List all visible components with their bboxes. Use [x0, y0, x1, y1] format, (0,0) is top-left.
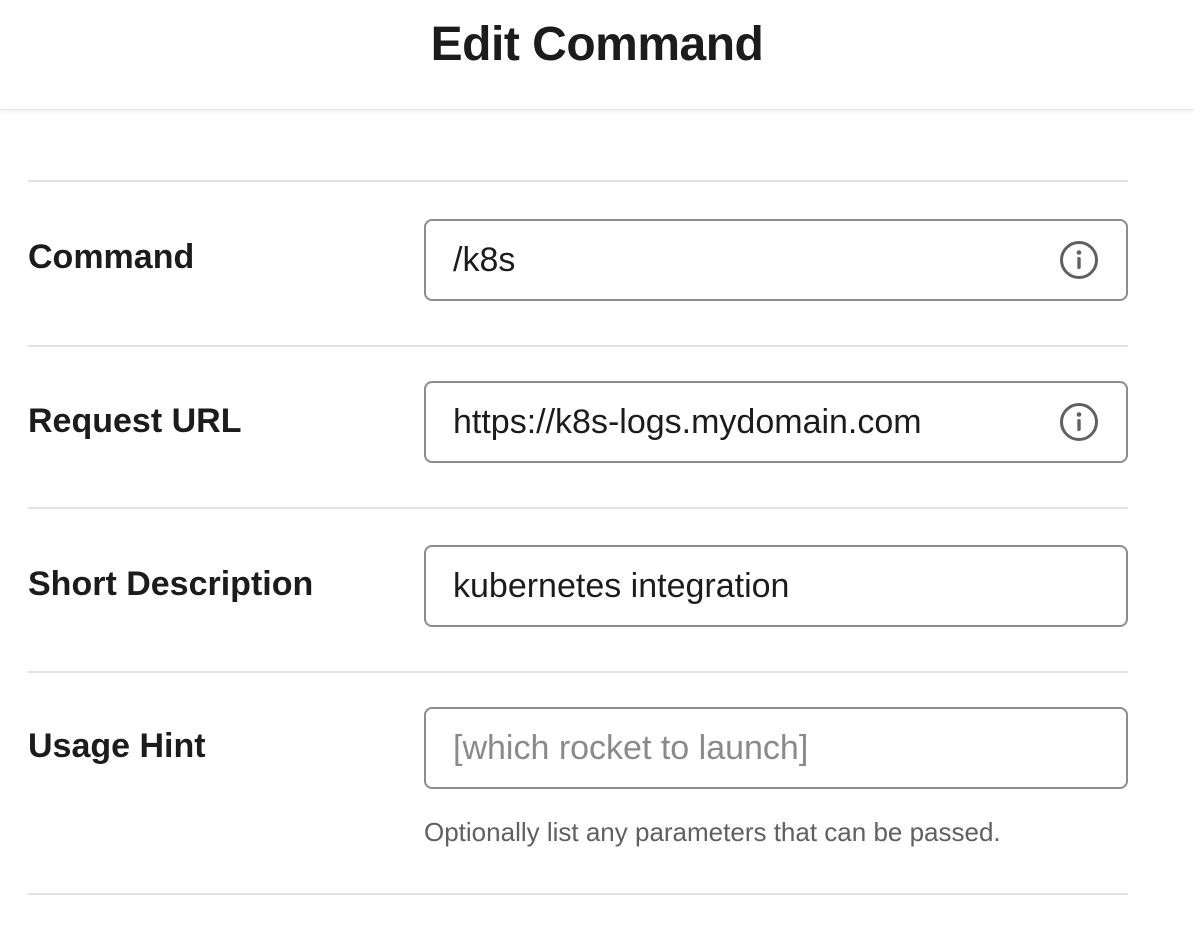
request-url-input[interactable]: https://k8s-logs.mydomain.com [424, 381, 1128, 463]
command-row: Command /k8s [28, 182, 1128, 345]
command-value[interactable]: /k8s [453, 241, 1058, 280]
command-label: Command [28, 238, 195, 276]
page-title: Edit Command [430, 18, 764, 71]
edit-command-form: Command /k8s Request URL https://k8s-log… [28, 180, 1128, 895]
divider [28, 893, 1128, 895]
info-icon[interactable] [1058, 401, 1100, 443]
request-url-row: Request URL https://k8s-logs.mydomain.co… [28, 347, 1128, 507]
request-url-value[interactable]: https://k8s-logs.mydomain.com [453, 403, 1058, 442]
usage-hint-placeholder[interactable]: [which rocket to launch] [453, 729, 1100, 768]
info-icon[interactable] [1058, 239, 1100, 281]
short-description-row: Short Description kubernetes integration [28, 509, 1128, 671]
usage-hint-row: Usage Hint [which rocket to launch] Opti… [28, 673, 1128, 893]
dialog-header: Edit Command [0, 0, 1194, 110]
usage-hint-label: Usage Hint [28, 727, 206, 765]
short-description-label: Short Description [28, 565, 314, 603]
short-description-input[interactable]: kubernetes integration [424, 545, 1128, 627]
request-url-label: Request URL [28, 402, 242, 440]
command-input[interactable]: /k8s [424, 219, 1128, 301]
usage-hint-help-text: Optionally list any parameters that can … [424, 817, 1001, 847]
usage-hint-input[interactable]: [which rocket to launch] [424, 707, 1128, 789]
short-description-value[interactable]: kubernetes integration [453, 567, 1100, 606]
